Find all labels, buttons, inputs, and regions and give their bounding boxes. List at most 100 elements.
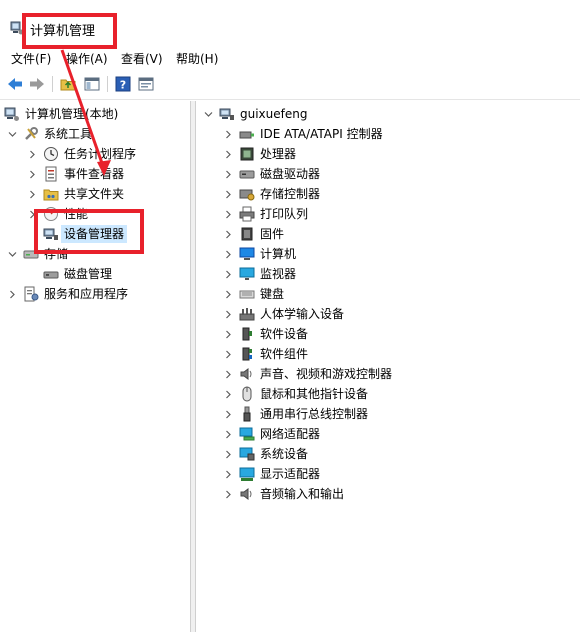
keyboard-icon: [239, 286, 255, 302]
chevron-right-icon[interactable]: [222, 208, 234, 220]
help-icon[interactable]: ?: [114, 75, 132, 93]
network-adapter-icon: [239, 426, 255, 442]
software-component-icon: [239, 346, 255, 362]
mouse-icon: [239, 386, 255, 402]
tree-item-computer-management-local[interactable]: 计算机管理(本地): [4, 104, 118, 124]
chevron-down-icon[interactable]: [6, 248, 18, 260]
chevron-right-icon[interactable]: [222, 128, 234, 140]
device-category-item[interactable]: 音频输入和输出: [222, 484, 344, 504]
device-category-item[interactable]: 显示适配器: [222, 464, 320, 484]
toolbar-separator: [52, 76, 53, 92]
toolbar-separator: [107, 76, 108, 92]
forward-arrow-icon[interactable]: [28, 75, 46, 93]
services-apps-icon: [23, 286, 39, 302]
tree-label: 共享文件夹: [64, 187, 125, 201]
chevron-right-icon[interactable]: [26, 148, 38, 160]
chevron-right-icon[interactable]: [222, 408, 234, 420]
device-category-item[interactable]: 软件设备: [222, 324, 308, 344]
storage-controller-icon: [239, 186, 255, 202]
tree-item-services-apps[interactable]: 服务和应用程序: [6, 284, 128, 304]
device-tree-root[interactable]: guixuefeng: [202, 104, 307, 124]
device-category-item[interactable]: 网络适配器: [222, 424, 320, 444]
clock-icon: [43, 146, 59, 162]
device-category-label: 处理器: [260, 147, 297, 161]
computer-icon: [219, 106, 235, 122]
chevron-right-icon[interactable]: [222, 188, 234, 200]
device-category-label: 磁盘驱动器: [260, 167, 321, 181]
device-category-item[interactable]: 存储控制器: [222, 184, 320, 204]
device-category-item[interactable]: 系统设备: [222, 444, 308, 464]
device-category-label: 软件设备: [260, 327, 309, 341]
tree-item-shared-folders[interactable]: 共享文件夹: [26, 184, 124, 204]
device-category-item[interactable]: 磁盘驱动器: [222, 164, 320, 184]
tree-label: 计算机管理(本地): [25, 107, 119, 121]
tree-item-system-tools[interactable]: 系统工具: [6, 124, 92, 144]
chevron-right-icon[interactable]: [6, 288, 18, 300]
device-category-item[interactable]: 鼠标和其他指针设备: [222, 384, 368, 404]
up-folder-icon[interactable]: [59, 75, 77, 93]
chevron-right-icon[interactable]: [222, 328, 234, 340]
sound-icon: [239, 366, 255, 382]
device-category-label: 音频输入和输出: [260, 487, 345, 501]
device-category-item[interactable]: 计算机: [222, 244, 296, 264]
device-category-label: 声音、视频和游戏控制器: [260, 367, 393, 381]
tree-item-task-scheduler[interactable]: 任务计划程序: [26, 144, 136, 164]
monitor-icon: [239, 266, 255, 282]
system-device-icon: [239, 446, 255, 462]
disk-management-icon: [43, 266, 59, 282]
chevron-right-icon[interactable]: [222, 288, 234, 300]
device-category-item[interactable]: 处理器: [222, 144, 296, 164]
device-category-label: 键盘: [260, 287, 285, 301]
device-category-label: 网络适配器: [260, 427, 321, 441]
audio-io-icon: [239, 486, 255, 502]
device-category-item[interactable]: 固件: [222, 224, 284, 244]
tree-item-disk-management[interactable]: 磁盘管理: [26, 264, 112, 284]
chevron-right-icon[interactable]: [222, 308, 234, 320]
device-category-item[interactable]: 人体学输入设备: [222, 304, 344, 324]
toolbar: ?: [0, 70, 580, 100]
back-arrow-icon[interactable]: [6, 75, 24, 93]
chevron-right-icon[interactable]: [26, 188, 38, 200]
device-category-item[interactable]: 软件组件: [222, 344, 308, 364]
show-hide-tree-icon[interactable]: [83, 75, 101, 93]
chevron-right-icon[interactable]: [222, 168, 234, 180]
chevron-right-icon[interactable]: [26, 168, 38, 180]
chevron-right-icon[interactable]: [222, 388, 234, 400]
tree-label: 任务计划程序: [64, 147, 137, 161]
device-category-item[interactable]: 通用串行总线控制器: [222, 404, 368, 424]
chevron-down-icon[interactable]: [6, 128, 18, 140]
chevron-right-icon[interactable]: [222, 488, 234, 500]
device-category-label: 固件: [260, 227, 285, 241]
device-category-item[interactable]: IDE ATA/ATAPI 控制器: [222, 124, 383, 144]
chevron-down-icon[interactable]: [202, 108, 214, 120]
device-category-label: 通用串行总线控制器: [260, 407, 369, 421]
device-category-item[interactable]: 声音、视频和游戏控制器: [222, 364, 392, 384]
shared-folder-icon: [43, 186, 59, 202]
tree-item-event-viewer[interactable]: 事件查看器: [26, 164, 124, 184]
menu-file[interactable]: 文件(F): [11, 52, 51, 66]
chevron-right-icon[interactable]: [222, 468, 234, 480]
properties-icon[interactable]: [137, 75, 155, 93]
chevron-right-icon[interactable]: [222, 228, 234, 240]
menu-action[interactable]: 操作(A): [66, 52, 108, 66]
chevron-right-icon[interactable]: [222, 428, 234, 440]
device-category-label: 计算机: [260, 247, 297, 261]
menu-view[interactable]: 查看(V): [121, 52, 163, 66]
chevron-right-icon[interactable]: [222, 368, 234, 380]
device-category-label: 鼠标和其他指针设备: [260, 387, 369, 401]
chevron-right-icon[interactable]: [222, 148, 234, 160]
device-category-item[interactable]: 监视器: [222, 264, 296, 284]
menu-help[interactable]: 帮助(H): [176, 52, 218, 66]
device-category-item[interactable]: 打印队列: [222, 204, 308, 224]
navigation-tree-pane: 计算机管理(本地) 系统工具 任务计划程序 事件查看器 共享文件夹 性能 设备管…: [0, 101, 191, 632]
chevron-right-icon[interactable]: [222, 248, 234, 260]
annotation-box-device-manager: [34, 209, 144, 254]
ide-controller-icon: [239, 126, 255, 142]
chevron-right-icon[interactable]: [222, 348, 234, 360]
device-category-label: 监视器: [260, 267, 297, 281]
chevron-right-icon[interactable]: [222, 448, 234, 460]
svg-text:?: ?: [120, 79, 126, 92]
chevron-right-icon[interactable]: [222, 268, 234, 280]
device-category-item[interactable]: 键盘: [222, 284, 284, 304]
